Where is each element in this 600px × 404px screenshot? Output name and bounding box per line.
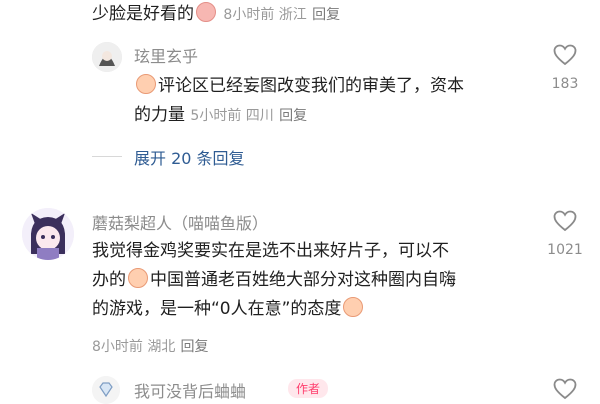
reply-text: 评论区已经妄图改变我们的审美了，资本 的力量 5小时前 四川 回复 xyxy=(134,74,464,125)
reply-meta: 5小时前 四川 xyxy=(190,108,274,124)
username[interactable]: 玹里玄乎 xyxy=(134,43,198,67)
avatar[interactable] xyxy=(92,42,122,72)
face-emoji-icon xyxy=(196,2,216,22)
sweat-emoji-icon xyxy=(136,74,156,94)
like-button[interactable] xyxy=(553,378,577,400)
heart-icon xyxy=(553,210,577,232)
sweat-emoji-icon xyxy=(128,268,148,288)
top-comment-text: 少脸是好看的 8小时前 浙江 回复 xyxy=(92,0,340,30)
heart-icon xyxy=(553,378,577,400)
avatar[interactable] xyxy=(22,208,74,260)
like-count: 1021 xyxy=(547,242,583,258)
reply-button[interactable]: 回复 xyxy=(279,108,307,124)
heart-icon xyxy=(553,44,577,66)
sweat-emoji-icon xyxy=(343,297,364,317)
comment-text: 我觉得金鸡奖要实在是选不出来好片子，可以不 办的 中国普通老百姓绝大部分对这种圈内… xyxy=(92,241,456,319)
like-button[interactable] xyxy=(553,210,577,232)
username[interactable]: 蘑菇梨超人（喵喵鱼版） xyxy=(92,210,268,234)
comment-text: 少脸是好看的 xyxy=(92,4,194,24)
avatar-image-icon xyxy=(92,42,122,72)
comment-meta: 8小时前 湖北 xyxy=(92,339,176,355)
expand-replies-link[interactable]: 展开 20 条回复 xyxy=(134,145,245,169)
reply-button[interactable]: 回复 xyxy=(312,7,340,23)
author-badge: 作者 xyxy=(288,379,329,398)
like-button[interactable] xyxy=(553,44,577,66)
comment-meta: 8小时前 浙江 xyxy=(223,7,307,23)
comment-meta-row: 8小时前 湖北 回复 xyxy=(92,336,208,356)
username[interactable]: 我可没背后蛐蛐 xyxy=(134,378,246,402)
expand-divider xyxy=(92,156,122,157)
like-count: 183 xyxy=(551,76,579,92)
reply-button[interactable]: 回复 xyxy=(180,339,208,355)
cartoon-avatar-icon xyxy=(22,208,74,260)
